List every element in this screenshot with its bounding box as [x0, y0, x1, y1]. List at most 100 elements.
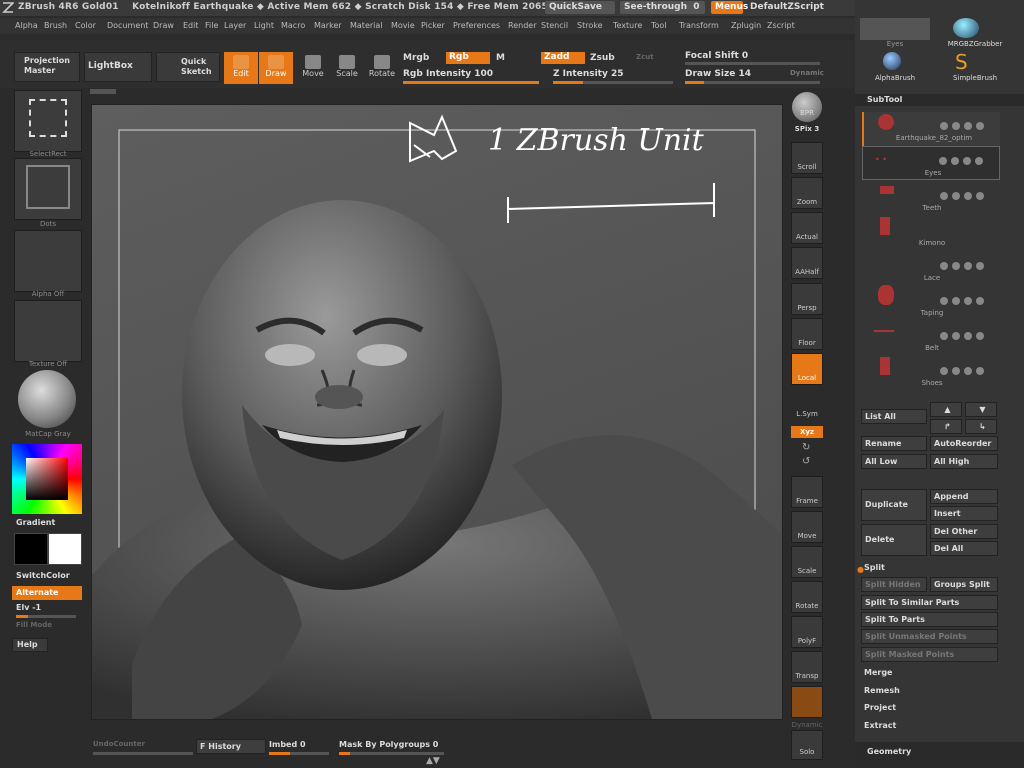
lsym-button[interactable]: L.Sym: [791, 390, 823, 422]
move-down-folder-icon[interactable]: ↳: [965, 419, 997, 434]
move-down-icon[interactable]: ▼: [965, 402, 997, 417]
move-up-icon[interactable]: ▲: [930, 402, 962, 417]
zadd-button[interactable]: Zadd: [541, 52, 585, 64]
quicksave-button[interactable]: QuickSave: [545, 1, 615, 14]
menu-zscript[interactable]: Zscript: [767, 21, 795, 30]
move-up-folder-icon[interactable]: ↱: [930, 419, 962, 434]
split-masked-button[interactable]: Split Masked Points: [861, 647, 998, 662]
subtool-item-lace[interactable]: Lace: [862, 252, 1000, 305]
geometry-header[interactable]: Geometry: [855, 742, 1024, 768]
menu-draw[interactable]: Draw: [153, 21, 174, 30]
rotate-button[interactable]: Rotate: [365, 52, 399, 84]
subtool-item-shoes[interactable]: Shoes: [862, 357, 1000, 391]
history-button[interactable]: F History: [196, 739, 266, 754]
edit-button[interactable]: Edit: [224, 52, 258, 84]
default-zscript-button[interactable]: DefaultZScript: [746, 1, 824, 14]
rotate-axis-2-icon[interactable]: ↺: [802, 456, 810, 467]
scroll-button[interactable]: Scroll: [791, 142, 823, 174]
subtool-item-teeth[interactable]: Teeth: [862, 182, 1000, 216]
del-other-button[interactable]: Del Other: [930, 524, 998, 539]
help-button[interactable]: Help: [12, 638, 48, 652]
rgb-intensity-slider[interactable]: [403, 81, 539, 84]
stroke-button[interactable]: [14, 158, 82, 220]
project-section-header[interactable]: Project: [864, 703, 896, 712]
menu-brush[interactable]: Brush: [44, 21, 67, 30]
menu-edit[interactable]: Edit: [183, 21, 199, 30]
move-button[interactable]: Move: [296, 52, 330, 84]
local-button[interactable]: Local: [791, 353, 823, 385]
persp-button[interactable]: Persp: [791, 283, 823, 315]
focal-shift-slider[interactable]: [685, 62, 820, 65]
ghost-button[interactable]: [791, 686, 823, 718]
eyes-brush-thumb[interactable]: [860, 18, 930, 40]
subtool-item-belt[interactable]: Belt: [862, 322, 1000, 375]
projection-master-button[interactable]: Projection Master: [14, 52, 80, 82]
dynamic-button[interactable]: Dynamic: [790, 69, 824, 77]
texture-button[interactable]: [14, 300, 82, 362]
rotate-view-button[interactable]: Rotate: [791, 581, 823, 613]
duplicate-button[interactable]: Duplicate: [861, 489, 927, 521]
delete-button[interactable]: Delete: [861, 524, 927, 556]
fill-mode-button[interactable]: Fill Mode: [16, 621, 52, 629]
menu-stencil[interactable]: Stencil: [541, 21, 568, 30]
menu-material[interactable]: Material: [350, 21, 383, 30]
mrgbz-grabber-icon[interactable]: [953, 18, 979, 38]
xyz-button[interactable]: Xyz: [791, 426, 823, 438]
auto-reorder-button[interactable]: AutoReorder: [930, 436, 998, 451]
groups-split-button[interactable]: Groups Split: [930, 577, 998, 592]
menu-movie[interactable]: Movie: [391, 21, 415, 30]
zsub-button[interactable]: Zsub: [590, 53, 615, 63]
color-picker[interactable]: [12, 444, 82, 514]
subtool-header[interactable]: SubTool: [855, 94, 1024, 106]
subtool-visibility-icon[interactable]: [936, 185, 996, 200]
bpr-button[interactable]: [792, 92, 822, 122]
rename-button[interactable]: Rename: [861, 436, 927, 451]
alpha-button[interactable]: [14, 230, 82, 292]
move-view-button[interactable]: Move: [791, 511, 823, 543]
menu-picker[interactable]: Picker: [421, 21, 445, 30]
elv-slider[interactable]: [16, 615, 76, 618]
rgb-button[interactable]: Rgb: [446, 52, 490, 64]
aahalf-button[interactable]: AAHalf: [791, 247, 823, 279]
document-canvas[interactable]: 1 ZBrush Unit: [90, 89, 783, 720]
menu-color[interactable]: Color: [75, 21, 96, 30]
menus-button[interactable]: Menus: [711, 1, 748, 14]
all-low-button[interactable]: All Low: [861, 454, 927, 469]
scale-view-button[interactable]: Scale: [791, 546, 823, 578]
remesh-section-header[interactable]: Remesh: [864, 686, 900, 695]
del-all-button[interactable]: Del All: [930, 541, 998, 556]
rotate-axis-icon[interactable]: ↻: [802, 442, 810, 453]
list-all-button[interactable]: List All: [861, 409, 927, 424]
draw-size-slider[interactable]: [685, 81, 820, 84]
mask-by-polygroups-slider[interactable]: [339, 752, 444, 755]
menu-alpha[interactable]: Alpha: [15, 21, 38, 30]
menu-macro[interactable]: Macro: [281, 21, 305, 30]
frame-button[interactable]: Frame: [791, 476, 823, 508]
scale-button[interactable]: Scale: [330, 52, 364, 84]
menu-stroke[interactable]: Stroke: [577, 21, 603, 30]
menu-file[interactable]: File: [205, 21, 218, 30]
lightbox-button[interactable]: LightBox: [84, 52, 152, 82]
subtool-item-taping[interactable]: Taping: [862, 285, 1000, 340]
tray-toggle-icon[interactable]: ▲▼: [426, 756, 440, 766]
main-color-swatch[interactable]: [14, 533, 48, 565]
insert-button[interactable]: Insert: [930, 506, 998, 521]
actual-button[interactable]: Actual: [791, 212, 823, 244]
see-through-slider[interactable]: See-through 0: [620, 1, 705, 14]
transp-button[interactable]: Transp: [791, 651, 823, 683]
polyf-button[interactable]: PolyF: [791, 616, 823, 648]
subtool-item-eyes[interactable]: • • Eyes: [862, 146, 1000, 180]
menu-marker[interactable]: Marker: [314, 21, 342, 30]
dynamic-view-button[interactable]: Dynamic: [787, 721, 827, 729]
gradient-button[interactable]: Gradient: [16, 518, 55, 527]
alpha-brush-icon[interactable]: [883, 52, 901, 70]
draw-button[interactable]: Draw: [259, 52, 293, 84]
merge-section-header[interactable]: Merge: [864, 668, 892, 677]
subtool-visibility-icon[interactable]: [936, 115, 996, 130]
alternate-button[interactable]: Alternate: [12, 586, 82, 600]
menu-tool[interactable]: Tool: [651, 21, 667, 30]
extract-section-header[interactable]: Extract: [864, 721, 896, 730]
menu-light[interactable]: Light: [254, 21, 274, 30]
menu-document[interactable]: Document: [107, 21, 148, 30]
m-button[interactable]: M: [496, 53, 505, 63]
